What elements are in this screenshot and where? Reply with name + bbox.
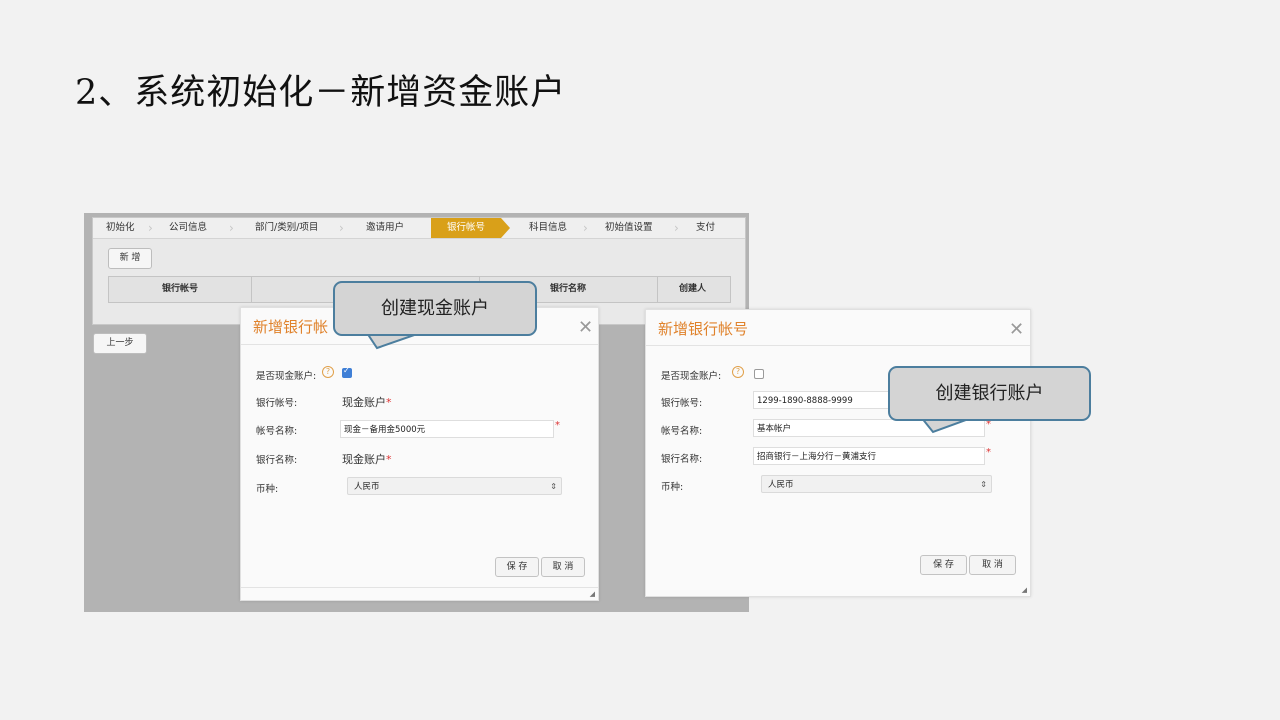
bank-name-value: 现金账户* [342,451,392,467]
account-name-label: 帐号名称: [661,426,703,437]
chevron-right-icon: › [229,221,234,235]
account-no-value: 现金账户* [342,394,392,410]
close-icon[interactable]: ✕ [578,317,593,338]
currency-label: 币种: [256,484,279,495]
account-name-input[interactable]: 现金－备用金5000元 [340,420,554,438]
account-no-label: 银行帐号: [661,398,703,409]
is-cash-checkbox[interactable] [754,369,764,379]
currency-selected-value: 人民币 [354,482,380,492]
chevron-right-icon: › [583,221,588,235]
select-arrows-icon: ⇕ [550,482,557,491]
callout-create-cash-account: 创建现金账户 [333,281,537,336]
dialog-footer-divider [241,587,598,588]
help-icon[interactable]: ? [322,366,334,378]
save-button[interactable]: 保 存 [495,557,539,577]
step-bank-account[interactable]: 银行帐号 [431,218,511,238]
step-company-info[interactable]: 公司信息 [169,218,207,238]
cancel-button[interactable]: 取 消 [969,555,1016,575]
step-payment[interactable]: 支付 [696,218,715,238]
slide-title: 2、系统初始化－新增资金账户 [75,73,567,113]
cancel-button[interactable]: 取 消 [541,557,585,577]
column-header-account-no[interactable]: 银行帐号 [162,277,198,302]
required-mark: * [386,396,392,409]
account-no-text: 现金账户 [342,396,386,409]
new-bank-account-dialog: 新增银行帐号 ✕ 是否现金账户: ? 银行帐号: 1299-1890-8888-… [645,309,1031,597]
close-icon[interactable]: ✕ [1009,319,1024,340]
bank-name-input[interactable]: 招商银行－上海分行－黄浦支行 [753,447,985,465]
step-initial-values[interactable]: 初始值设置 [605,218,653,238]
required-mark: * [986,447,991,458]
resize-handle-icon[interactable]: ◢ [590,590,595,598]
column-divider [657,277,658,302]
account-no-label: 银行帐号: [256,398,298,409]
required-mark: * [555,420,560,431]
previous-step-button[interactable]: 上一步 [93,333,147,354]
column-header-bank-name[interactable]: 银行名称 [550,277,586,302]
step-init[interactable]: 初始化 [106,218,135,238]
is-cash-checkbox[interactable] [342,366,352,378]
is-cash-label: 是否现金账户: [661,371,722,382]
currency-selected-value: 人民币 [768,480,794,490]
account-name-label: 帐号名称: [256,426,298,437]
add-button[interactable]: 新 增 [108,248,152,269]
callout-pointer [365,333,421,350]
step-invite-users[interactable]: 邀请用户 [366,218,404,238]
dialog-divider [646,345,1030,346]
currency-select[interactable]: 人民币 ⇕ [761,475,992,493]
step-subjects[interactable]: 科目信息 [529,218,567,238]
column-divider [251,277,252,302]
step-departments[interactable]: 部门/类别/项目 [255,218,318,238]
dialog-title: 新增银行帐 [253,318,329,336]
bank-name-label: 银行名称: [661,454,703,465]
select-arrows-icon: ⇕ [980,480,987,489]
column-header-creator[interactable]: 创建人 [679,277,706,302]
help-icon[interactable]: ? [732,366,744,378]
save-button[interactable]: 保 存 [920,555,967,575]
callout-create-bank-account: 创建银行账户 [888,366,1091,421]
bank-name-label: 银行名称: [256,455,298,466]
currency-select[interactable]: 人民币 ⇕ [347,477,562,495]
chevron-right-icon: › [674,221,679,235]
chevron-right-icon: › [148,221,153,235]
bank-name-text: 现金账户 [342,453,386,466]
currency-label: 币种: [661,482,684,493]
dialog-title: 新增银行帐号 [658,320,749,338]
wizard-steps: 初始化 › 公司信息 › 部门/类别/项目 › 邀请用户 银行帐号 科目信息 ›… [93,218,745,239]
account-no-input[interactable]: 1299-1890-8888-9999 [753,391,903,409]
resize-handle-icon[interactable]: ◢ [1022,586,1027,594]
required-mark: * [386,453,392,466]
is-cash-label: 是否现金账户: [256,371,317,382]
chevron-right-icon: › [339,221,344,235]
